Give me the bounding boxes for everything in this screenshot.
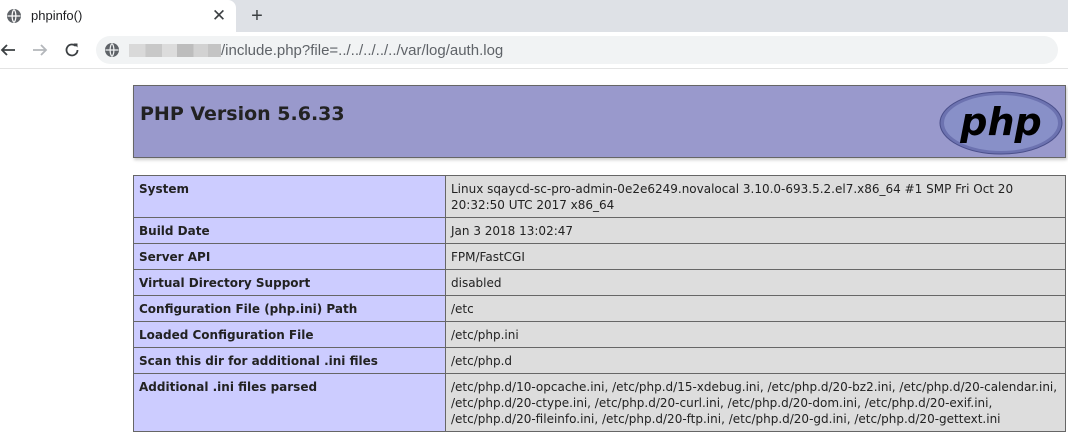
table-row: Scan this dir for additional .ini files /… <box>133 347 1066 374</box>
table-row: Configuration File (php.ini) Path/etc <box>133 295 1066 322</box>
reload-icon <box>65 43 79 57</box>
browser-tab[interactable]: phpinfo() ✕ <box>0 0 236 32</box>
globe-icon <box>7 9 21 23</box>
new-tab-button[interactable]: + <box>245 4 269 28</box>
table-row: Build Date Jan 3 2018 13:02:47 <box>133 217 1066 244</box>
row-value: /etc/php.ini <box>445 321 1066 348</box>
table-row: Virtual Directory Support disabled <box>133 269 1066 296</box>
row-label: Loaded Configuration File <box>133 321 446 348</box>
row-value: /etc/php.d/10-opcache.ini, /etc/php.d/15… <box>445 373 1066 432</box>
svg-text:php: php <box>959 100 1041 144</box>
page-title: PHP Version 5.6.33 <box>140 103 345 125</box>
redacted-host <box>129 44 221 57</box>
row-label: Build Date <box>133 217 446 244</box>
reload-button[interactable] <box>60 38 84 62</box>
url-text: /include.php?file=../../../../../var/log… <box>221 42 504 59</box>
php-version-header: PHP Version 5.6.33 php <box>133 85 1066 158</box>
tab-title: phpinfo() <box>31 8 83 23</box>
row-value: /etc <box>445 295 1066 322</box>
close-tab-icon[interactable]: ✕ <box>209 6 229 26</box>
forward-arrow-icon <box>33 44 48 56</box>
forward-button[interactable] <box>28 38 52 62</box>
table-row: Additional .ini files parsed/etc/php.d/1… <box>133 373 1066 432</box>
row-label: Server API <box>133 243 446 270</box>
row-value: Jan 3 2018 13:02:47 <box>445 217 1066 244</box>
php-info-table: System Linux sqaycd-sc-pro-admin-0e2e6249… <box>133 175 1066 432</box>
back-button[interactable] <box>0 38 20 62</box>
row-value: disabled <box>445 269 1066 296</box>
row-label: Scan this dir for additional .ini files <box>133 347 446 374</box>
site-info-icon[interactable] <box>104 42 120 58</box>
row-label: Configuration File (php.ini) Path <box>133 295 446 322</box>
row-value: /etc/php.d <box>445 347 1066 374</box>
browser-toolbar: /include.php?file=../../../../../var/log… <box>0 32 1068 69</box>
table-row: Server API FPM/FastCGI <box>133 243 1066 270</box>
row-label: Virtual Directory Support <box>133 269 446 296</box>
table-row: Loaded Configuration File/etc/php.ini <box>133 321 1066 348</box>
row-label: Additional .ini files parsed <box>133 373 446 432</box>
row-value: FPM/FastCGI <box>445 243 1066 270</box>
php-logo: php <box>939 91 1063 155</box>
table-row: System Linux sqaycd-sc-pro-admin-0e2e6249… <box>133 175 1066 218</box>
tab-strip: phpinfo() ✕ + <box>0 0 1068 32</box>
back-arrow-icon <box>0 44 15 56</box>
address-bar[interactable]: /include.php?file=../../../../../var/log… <box>96 36 1058 64</box>
row-value: Linux sqaycd-sc-pro-admin-0e2e6249.noval… <box>445 175 1066 218</box>
row-label: System <box>133 175 446 218</box>
